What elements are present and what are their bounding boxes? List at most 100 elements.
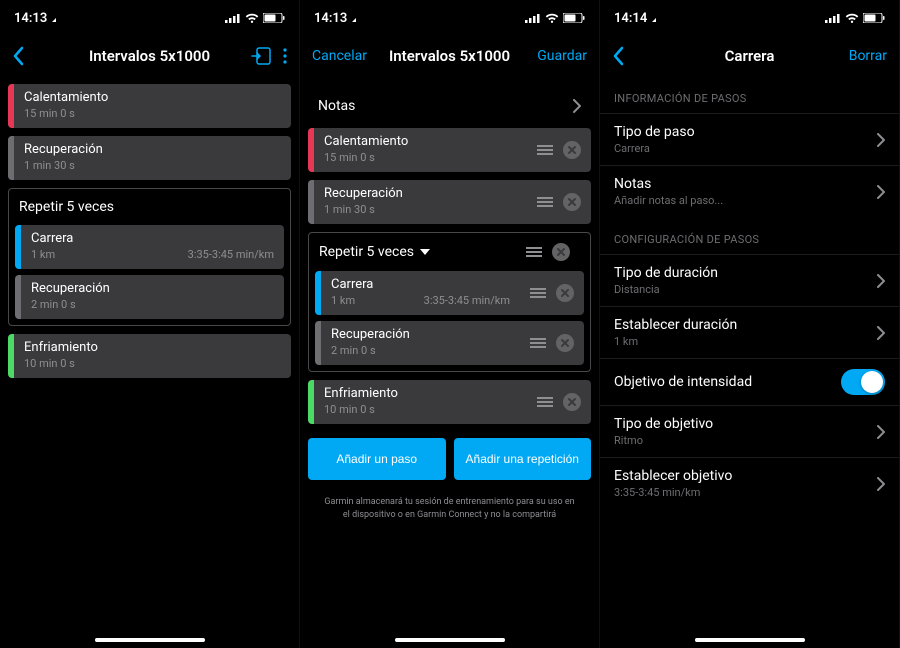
drag-handle-icon[interactable] (537, 396, 553, 408)
delete-step-icon[interactable] (563, 393, 581, 411)
step-title: Enfriamiento (324, 386, 517, 403)
status-bar: 14:13 (300, 0, 599, 36)
setting-row[interactable]: Objetivo de intensidad (600, 358, 899, 405)
signal-icon (525, 13, 541, 23)
step-title: Enfriamiento (24, 340, 281, 357)
setting-row[interactable]: Tipo de duración Distancia (600, 254, 899, 306)
workout-content: Calentamiento 15 min 0 s Recuperación 1 … (0, 76, 299, 648)
wifi-icon (845, 13, 859, 23)
step-sub: 2 min 0 s (331, 344, 376, 358)
section-header-config: Configuración de pasos (600, 217, 899, 254)
more-icon[interactable] (283, 48, 287, 64)
step-title: Calentamiento (324, 134, 517, 151)
chevron-down-icon (420, 249, 430, 255)
setting-title: Tipo de paso (614, 124, 695, 140)
delete-step-icon[interactable] (563, 193, 581, 211)
drag-handle-icon[interactable] (526, 246, 542, 258)
setting-sub: 3:35-3:45 min/km (614, 486, 732, 499)
setting-row[interactable]: Tipo de paso Carrera (600, 113, 899, 165)
home-indicator (95, 638, 205, 642)
screen-step-detail: 14:14 Carrera Borrar Información de paso… (600, 0, 900, 648)
step-title: Calentamiento (24, 90, 281, 107)
step-card[interactable]: Recuperación 1 min 30 s (8, 136, 291, 180)
screen-workout-view: 14:13 Intervalos 5x1000 Calentamiento 15… (0, 0, 300, 648)
delete-step-icon[interactable] (552, 243, 570, 261)
step-card[interactable]: Enfriamiento 10 min 0 s (8, 334, 291, 378)
delete-step-icon[interactable] (556, 334, 574, 352)
save-button[interactable]: Guardar (537, 48, 587, 64)
drag-handle-icon[interactable] (537, 196, 553, 208)
setting-row[interactable]: Notas Añadir notas al paso... (600, 165, 899, 217)
drag-handle-icon[interactable] (537, 144, 553, 156)
drag-handle-icon[interactable] (530, 337, 546, 349)
status-indicators (825, 13, 885, 23)
setting-title: Tipo de objetivo (614, 416, 713, 432)
delete-button[interactable]: Borrar (849, 48, 887, 64)
setting-sub: Ritmo (614, 434, 713, 447)
nav-title: Intervalos 5x1000 (72, 47, 227, 65)
location-icon (351, 13, 361, 23)
setting-sub: Añadir notas al paso... (614, 194, 723, 207)
step-sub: 1 km (31, 248, 55, 262)
toggle-switch[interactable] (841, 369, 885, 395)
step-title: Recuperación (31, 281, 274, 298)
nav-title: Carrera (672, 47, 827, 65)
chevron-right-icon (877, 133, 885, 147)
repeat-block[interactable]: Repetir 5 veces Carrera 1 km3:35-3:45 mi… (8, 188, 291, 326)
back-icon[interactable] (12, 46, 26, 66)
setting-title: Notas (614, 176, 723, 192)
chevron-right-icon (877, 477, 885, 491)
signal-icon (225, 13, 241, 23)
repeat-label[interactable]: Repetir 5 veces (319, 244, 430, 260)
step-sub: 10 min 0 s (24, 357, 75, 371)
location-icon (51, 13, 61, 23)
delete-step-icon[interactable] (556, 284, 574, 302)
setting-row[interactable]: Establecer objetivo 3:35-3:45 min/km (600, 457, 899, 509)
step-card[interactable]: Calentamiento 15 min 0 s (308, 128, 591, 172)
signal-icon (825, 13, 841, 23)
send-to-device-icon[interactable] (251, 47, 271, 65)
status-bar: 14:13 (0, 0, 299, 36)
setting-title: Objetivo de intensidad (614, 374, 752, 390)
setting-sub: Distancia (614, 283, 718, 296)
step-sub: 1 min 30 s (24, 159, 75, 173)
home-indicator (695, 638, 805, 642)
setting-row[interactable]: Tipo de objetivo Ritmo (600, 405, 899, 457)
battery-icon (563, 13, 585, 23)
step-card[interactable]: Carrera 1 km3:35-3:45 min/km (315, 271, 584, 315)
nav-title: Intervalos 5x1000 (372, 47, 527, 65)
step-card[interactable]: Recuperación 1 min 30 s (308, 180, 591, 224)
nav-bar: Intervalos 5x1000 (0, 36, 299, 76)
add-step-button[interactable]: Añadir un paso (308, 438, 446, 480)
setting-title: Tipo de duración (614, 265, 718, 281)
chevron-right-icon (877, 274, 885, 288)
step-card[interactable]: Carrera 1 km3:35-3:45 min/km (15, 225, 284, 269)
back-icon[interactable] (612, 46, 626, 66)
step-card[interactable]: Recuperación 2 min 0 s (15, 275, 284, 319)
step-card[interactable]: Recuperación 2 min 0 s (315, 321, 584, 365)
chevron-right-icon (573, 99, 581, 113)
step-card[interactable]: Enfriamiento 10 min 0 s (308, 380, 591, 424)
setting-row[interactable]: Establecer duración 1 km (600, 306, 899, 358)
add-repeat-button[interactable]: Añadir una repetición (454, 438, 592, 480)
status-bar: 14:14 (600, 0, 899, 36)
notes-row[interactable]: Notas (308, 84, 591, 128)
setting-title: Establecer duración (614, 317, 737, 333)
screen-workout-edit: 14:13 Cancelar Intervalos 5x1000 Guardar… (300, 0, 600, 648)
setting-title: Establecer objetivo (614, 468, 732, 484)
step-sub: 15 min 0 s (324, 151, 375, 165)
cancel-button[interactable]: Cancelar (312, 48, 367, 64)
step-sub: 1 min 30 s (324, 203, 375, 217)
repeat-block[interactable]: Repetir 5 veces Carrera 1 km3:35-3:45 mi… (308, 232, 591, 372)
status-indicators (525, 13, 585, 23)
delete-step-icon[interactable] (563, 141, 581, 159)
section-header-info: Información de pasos (600, 76, 899, 113)
step-detail-content: Información de pasos Tipo de paso Carrer… (600, 76, 899, 648)
step-title: Recuperación (331, 327, 510, 344)
step-sub: 2 min 0 s (31, 298, 76, 312)
step-extra: 3:35-3:45 min/km (424, 294, 510, 308)
status-time: 14:14 (614, 11, 647, 26)
battery-icon (263, 13, 285, 23)
step-card[interactable]: Calentamiento 15 min 0 s (8, 84, 291, 128)
drag-handle-icon[interactable] (530, 287, 546, 299)
